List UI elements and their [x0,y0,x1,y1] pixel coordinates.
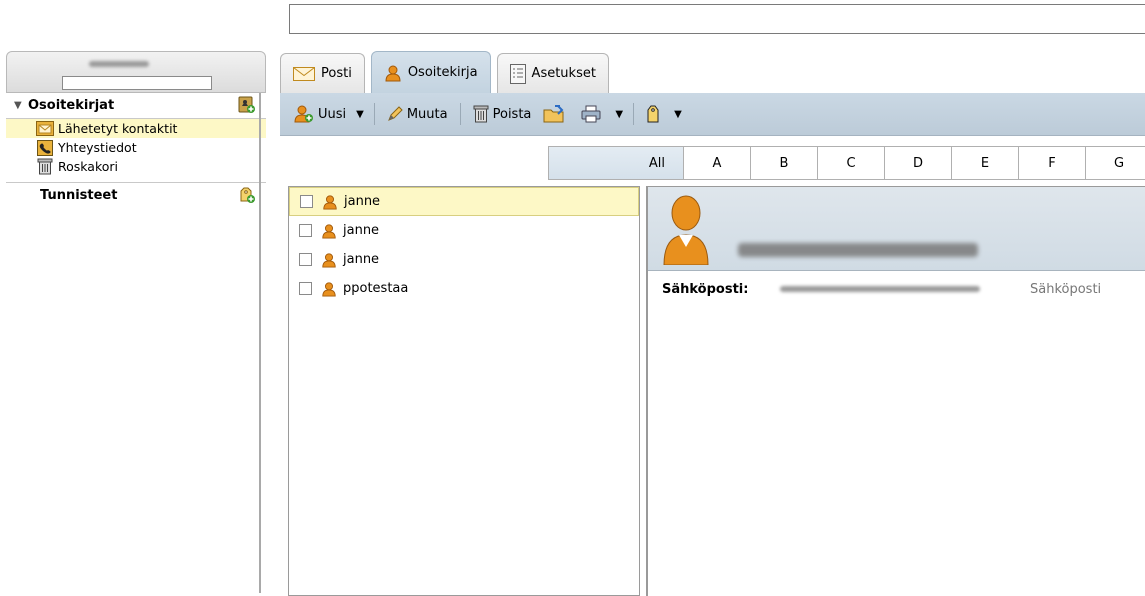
list-item[interactable]: janne [289,216,639,245]
contact-checkbox[interactable] [299,253,312,266]
sidebar-item-trash[interactable]: Roskakori [6,157,266,176]
collapse-triangle-icon[interactable]: ▼ [14,100,28,111]
sidebar-item-label: Lähetetyt kontaktit [58,121,178,136]
contact-detail: Sähköposti: Sähköposti [646,186,1145,596]
new-label: Uusi [318,106,347,122]
toolbar-separator [459,103,461,125]
tab-asetukset[interactable]: Asetukset [496,53,609,93]
mail-icon [293,66,315,81]
contact-name: janne [343,223,380,238]
contact-icon [321,281,337,297]
sidebar-item-label: Yhteystiedot [58,140,137,155]
sidebar-item-sent-contacts[interactable]: Lähetetyt kontaktit [6,119,266,138]
user-name-redacted [89,61,149,67]
move-to-folder-button[interactable] [537,101,575,127]
contact-icon [384,64,402,82]
main-tabs: Posti Osoitekirja Asetukset [280,51,615,93]
alphabet-all[interactable]: All [548,147,683,179]
address-books-title: Osoitekirjat [28,98,115,113]
sidebar-header [6,51,266,93]
list-item[interactable]: ppotestaa [289,274,639,303]
tags-title: Tunnisteet [40,188,118,203]
trash-icon [36,158,54,175]
sidebar-border [259,93,261,593]
alphabet-f[interactable]: F [1018,147,1085,179]
contact-name: janne [343,252,380,267]
delete-label: Poista [492,106,532,122]
new-dropdown-icon[interactable]: ▼ [352,109,368,120]
contact-icon [321,223,337,239]
print-button[interactable] [575,101,611,127]
contact-checkbox[interactable] [299,224,312,237]
email-type: Sähköposti [1030,281,1102,297]
tag-button[interactable] [640,101,670,127]
alphabet-d[interactable]: D [884,147,951,179]
tab-label: Osoitekirja [407,65,478,80]
pencil-icon [387,106,403,122]
contact-checkbox[interactable] [299,282,312,295]
contact-name: ppotestaa [343,281,409,296]
avatar-icon [662,193,710,268]
contact-detail-header [648,187,1145,271]
alphabet-c[interactable]: C [817,147,884,179]
edit-label: Muuta [406,106,448,122]
contact-icon [321,252,337,268]
add-address-book-icon[interactable] [238,96,256,118]
tag-icon [646,105,660,123]
list-item[interactable]: janne [289,245,639,274]
printer-icon [581,105,601,123]
contact-list: janne janne janne ppotestaa [288,186,640,596]
alphabet-e[interactable]: E [951,147,1018,179]
email-label: Sähköposti: [662,281,749,297]
alphabet-b[interactable]: B [750,147,817,179]
list-item[interactable]: janne [289,187,639,216]
contact-icon [322,194,338,210]
folder-move-icon [543,105,565,123]
email-row: Sähköposti: Sähköposti [648,275,1145,303]
address-books-section[interactable]: ▼ Osoitekirjat [6,93,266,118]
email-value-redacted[interactable] [780,286,980,292]
tab-posti[interactable]: Posti [280,53,365,93]
sidebar: ▼ Osoitekirjat Lähetetyt kontaktit Yhtey… [6,51,266,591]
contact-checkbox[interactable] [300,195,313,208]
tab-label: Posti [321,66,352,81]
sidebar-search-input[interactable] [62,76,212,90]
print-dropdown-icon[interactable]: ▼ [611,109,627,120]
new-contact-button[interactable]: Uusi [288,101,352,127]
sent-contacts-icon [36,121,54,137]
add-tag-icon[interactable] [238,186,256,208]
trash-icon [473,105,489,123]
search-input[interactable] [289,4,1145,34]
alphabet-a[interactable]: A [683,147,750,179]
edit-button[interactable]: Muuta [381,101,454,127]
alphabet-filter: All A B C D E F G [548,146,1145,180]
toolbar-separator [633,103,635,125]
tab-osoitekirja[interactable]: Osoitekirja [370,51,491,93]
toolbar: Uusi ▼ Muuta Poista ▼ ▼ [280,93,1145,136]
tag-dropdown-icon[interactable]: ▼ [670,109,686,120]
sidebar-item-label: Roskakori [58,159,119,174]
contact-name: janne [344,194,381,209]
alphabet-g[interactable]: G [1085,147,1145,179]
toolbar-separator [373,103,375,125]
sidebar-item-contacts[interactable]: Yhteystiedot [6,138,266,157]
settings-icon [509,63,526,84]
contact-full-name-redacted [738,243,978,257]
add-contact-icon [294,105,314,123]
address-book-icon [36,139,54,156]
tags-section[interactable]: Tunnisteet [6,183,266,208]
tab-label: Asetukset [531,66,596,81]
delete-button[interactable]: Poista [467,101,538,127]
